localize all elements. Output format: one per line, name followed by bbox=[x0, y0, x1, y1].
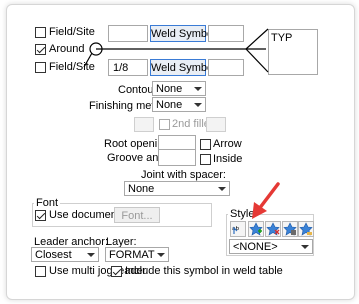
multi-jog-leader-checkbox[interactable] bbox=[35, 266, 46, 277]
joint-with-spacer-select[interactable]: None bbox=[124, 181, 230, 196]
style-select[interactable]: <NONE> bbox=[229, 239, 313, 254]
around-checkbox[interactable] bbox=[35, 44, 46, 55]
svg-text:ᵃᵇ: ᵃᵇ bbox=[232, 226, 240, 236]
save-style-icon bbox=[283, 222, 297, 236]
tail-text-box[interactable]: TYP bbox=[268, 29, 318, 75]
chevron-down-icon bbox=[194, 87, 202, 91]
second-fillet-checkbox[interactable] bbox=[159, 119, 170, 130]
finishing-method-value: None bbox=[156, 99, 183, 111]
groove-angle-field[interactable] bbox=[158, 149, 196, 166]
style-value: <NONE> bbox=[233, 241, 278, 253]
font-group-title: Font bbox=[34, 197, 61, 209]
chevron-down-icon bbox=[157, 253, 165, 257]
inside-checkbox[interactable] bbox=[200, 154, 211, 165]
font-button[interactable]: Font... bbox=[114, 207, 160, 223]
style-load-button[interactable] bbox=[298, 221, 314, 237]
second-fillet-field-1[interactable] bbox=[134, 117, 154, 132]
finishing-method-select[interactable]: None bbox=[152, 97, 206, 112]
tail-text: TYP bbox=[271, 32, 293, 44]
arrow-label: Arrow bbox=[213, 138, 242, 150]
include-in-weld-table-checkbox[interactable] bbox=[111, 266, 122, 277]
use-document-font-checkbox[interactable] bbox=[35, 210, 46, 221]
top-field-site-checkbox[interactable] bbox=[35, 27, 46, 38]
bottom-field-site-label: Field/Site bbox=[49, 61, 95, 73]
chevron-down-icon bbox=[194, 103, 202, 107]
layer-select[interactable]: FORMAT bbox=[105, 247, 169, 262]
style-update-icon: ᵃᵇ bbox=[232, 226, 240, 236]
delete-style-icon bbox=[266, 222, 280, 236]
contour-select[interactable]: None bbox=[152, 81, 206, 96]
include-in-weld-table-label: Include this symbol in weld table bbox=[125, 265, 283, 277]
load-style-icon bbox=[299, 222, 313, 236]
leader-anchor-select[interactable]: Closest bbox=[31, 247, 99, 262]
layer-value: FORMAT bbox=[109, 249, 155, 261]
inside-label: Inside bbox=[213, 153, 243, 165]
joint-with-spacer-value: None bbox=[128, 183, 155, 195]
bottom-weld-symbol-button[interactable]: Weld Symbol... bbox=[150, 59, 225, 76]
annotation-arrow bbox=[252, 182, 280, 219]
bottom-size-field[interactable]: 1/8 bbox=[108, 59, 148, 76]
arrow-checkbox[interactable] bbox=[200, 139, 211, 150]
bottom-symbol-field-2[interactable] bbox=[208, 59, 244, 76]
tail-chevron bbox=[245, 28, 269, 73]
chevron-down-icon bbox=[87, 253, 95, 257]
second-fillet-field-2[interactable] bbox=[206, 117, 226, 132]
bottom-field-site-checkbox[interactable] bbox=[35, 62, 46, 73]
leader-anchor-value: Closest bbox=[35, 249, 72, 261]
style-save-button[interactable] bbox=[282, 221, 298, 237]
contour-value: None bbox=[156, 83, 183, 95]
add-style-icon bbox=[249, 222, 263, 236]
chevron-down-icon bbox=[218, 187, 226, 191]
chevron-down-icon bbox=[301, 245, 309, 249]
